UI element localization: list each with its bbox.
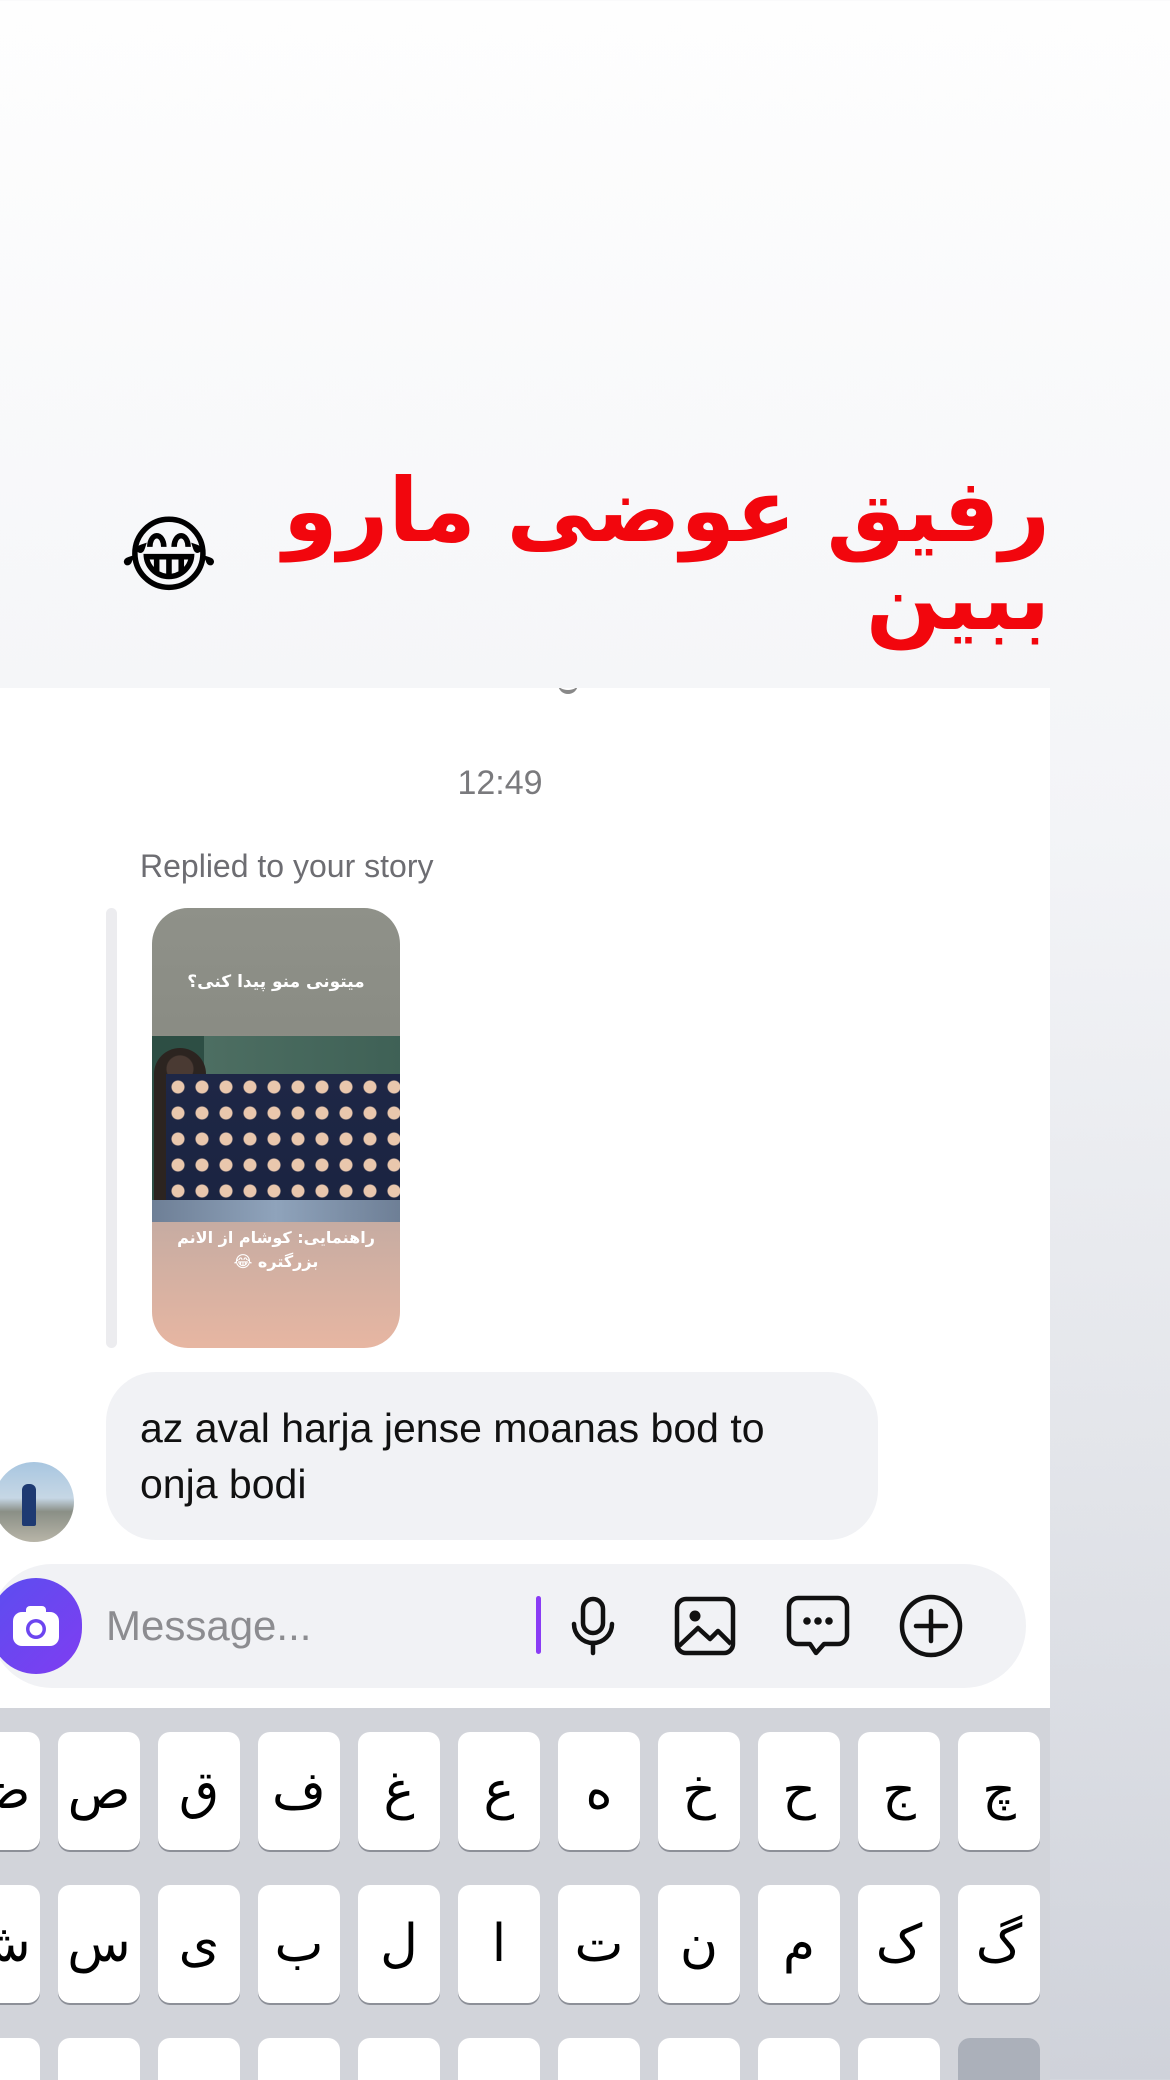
class-photo — [152, 1036, 400, 1222]
key-r2-4[interactable]: ل — [358, 1885, 440, 2003]
key-r3-7[interactable] — [658, 2038, 740, 2080]
key-r1-10[interactable]: چ — [958, 1732, 1040, 1850]
story-thumbnail[interactable]: میتونی منو پیدا کنی؟ راهنمایی: کوشام از … — [152, 908, 400, 1348]
sticker-button[interactable] — [783, 1591, 853, 1661]
avatar[interactable] — [0, 1462, 74, 1542]
key-r1-7[interactable]: خ — [658, 1732, 740, 1850]
key-r2-5[interactable]: ا — [458, 1885, 540, 2003]
gallery-button[interactable] — [670, 1591, 740, 1661]
key-r1-4[interactable]: غ — [358, 1732, 440, 1850]
avatar-person — [22, 1484, 36, 1526]
story-question-text: میتونی منو پیدا کنی؟ — [187, 972, 365, 992]
key-r3-5[interactable] — [458, 2038, 540, 2080]
key-r3-0[interactable] — [0, 2038, 40, 2080]
message-bubble[interactable]: az aval harja jense moanas bod to onja b… — [106, 1372, 878, 1540]
key-r2-3[interactable]: ب — [258, 1885, 340, 2003]
key-r3-4[interactable] — [358, 2038, 440, 2080]
reply-indicator-bar — [106, 908, 117, 1348]
camera-icon — [13, 1606, 59, 1646]
key-r1-8[interactable]: ح — [758, 1732, 840, 1850]
key-r1-1[interactable]: ص — [58, 1732, 140, 1850]
reply-context-label: Replied to your story — [140, 848, 434, 884]
caption-text: رفیق عوضی مارو ببین — [282, 459, 1050, 650]
key-r1-3[interactable]: ف — [258, 1732, 340, 1850]
message-input[interactable] — [106, 1592, 526, 1660]
camera-button[interactable] — [0, 1578, 82, 1674]
cropped-text-fragment — [558, 688, 578, 694]
key-r3-1[interactable] — [58, 2038, 140, 2080]
text-cursor — [536, 1596, 541, 1654]
key-r3-6[interactable] — [558, 2038, 640, 2080]
image-icon — [674, 1596, 736, 1656]
add-button[interactable] — [896, 1591, 966, 1661]
sticker-icon — [786, 1595, 850, 1656]
persian-keyboard: ض ص ق ف غ ع ه خ ح ج چ ش س ی ب ل ا ت ن م … — [0, 1708, 1050, 2080]
key-r1-2[interactable]: ق — [158, 1732, 240, 1850]
key-r2-1[interactable]: س — [58, 1885, 140, 2003]
message-timestamp: 12:49 — [457, 764, 543, 802]
key-r2-2[interactable]: ی — [158, 1885, 240, 2003]
microphone-icon — [571, 1596, 615, 1656]
laughing-emoji-icon: 😂 — [120, 506, 219, 604]
key-r2-6[interactable]: ت — [558, 1885, 640, 2003]
key-r2-9[interactable]: ک — [858, 1885, 940, 2003]
key-r2-8[interactable]: م — [758, 1885, 840, 2003]
key-r1-0[interactable]: ض — [0, 1732, 40, 1850]
key-r2-7[interactable]: ن — [658, 1885, 740, 2003]
backspace-key[interactable] — [958, 2038, 1040, 2080]
key-r3-9[interactable] — [858, 2038, 940, 2080]
key-r2-10[interactable]: گ — [958, 1885, 1040, 2003]
caption-overlay: رفیق عوضی مارو ببین 😂 — [120, 467, 1050, 643]
key-r3-2[interactable] — [158, 2038, 240, 2080]
chat-panel: 12:49 Replied to your story میتونی منو پ… — [0, 688, 1050, 1708]
key-r3-3[interactable] — [258, 2038, 340, 2080]
microphone-button[interactable] — [558, 1591, 628, 1661]
key-r2-0[interactable]: ش — [0, 1885, 40, 2003]
message-composer — [0, 1564, 1026, 1688]
story-hint-text: راهنمایی: کوشام از الانم بزرگتره 😂 — [177, 1228, 375, 1271]
plus-icon — [899, 1594, 963, 1658]
key-r1-5[interactable]: ع — [458, 1732, 540, 1850]
key-r1-6[interactable]: ه — [558, 1732, 640, 1850]
floor — [152, 1200, 400, 1222]
key-r1-9[interactable]: ج — [858, 1732, 940, 1850]
key-r3-8[interactable] — [758, 2038, 840, 2080]
